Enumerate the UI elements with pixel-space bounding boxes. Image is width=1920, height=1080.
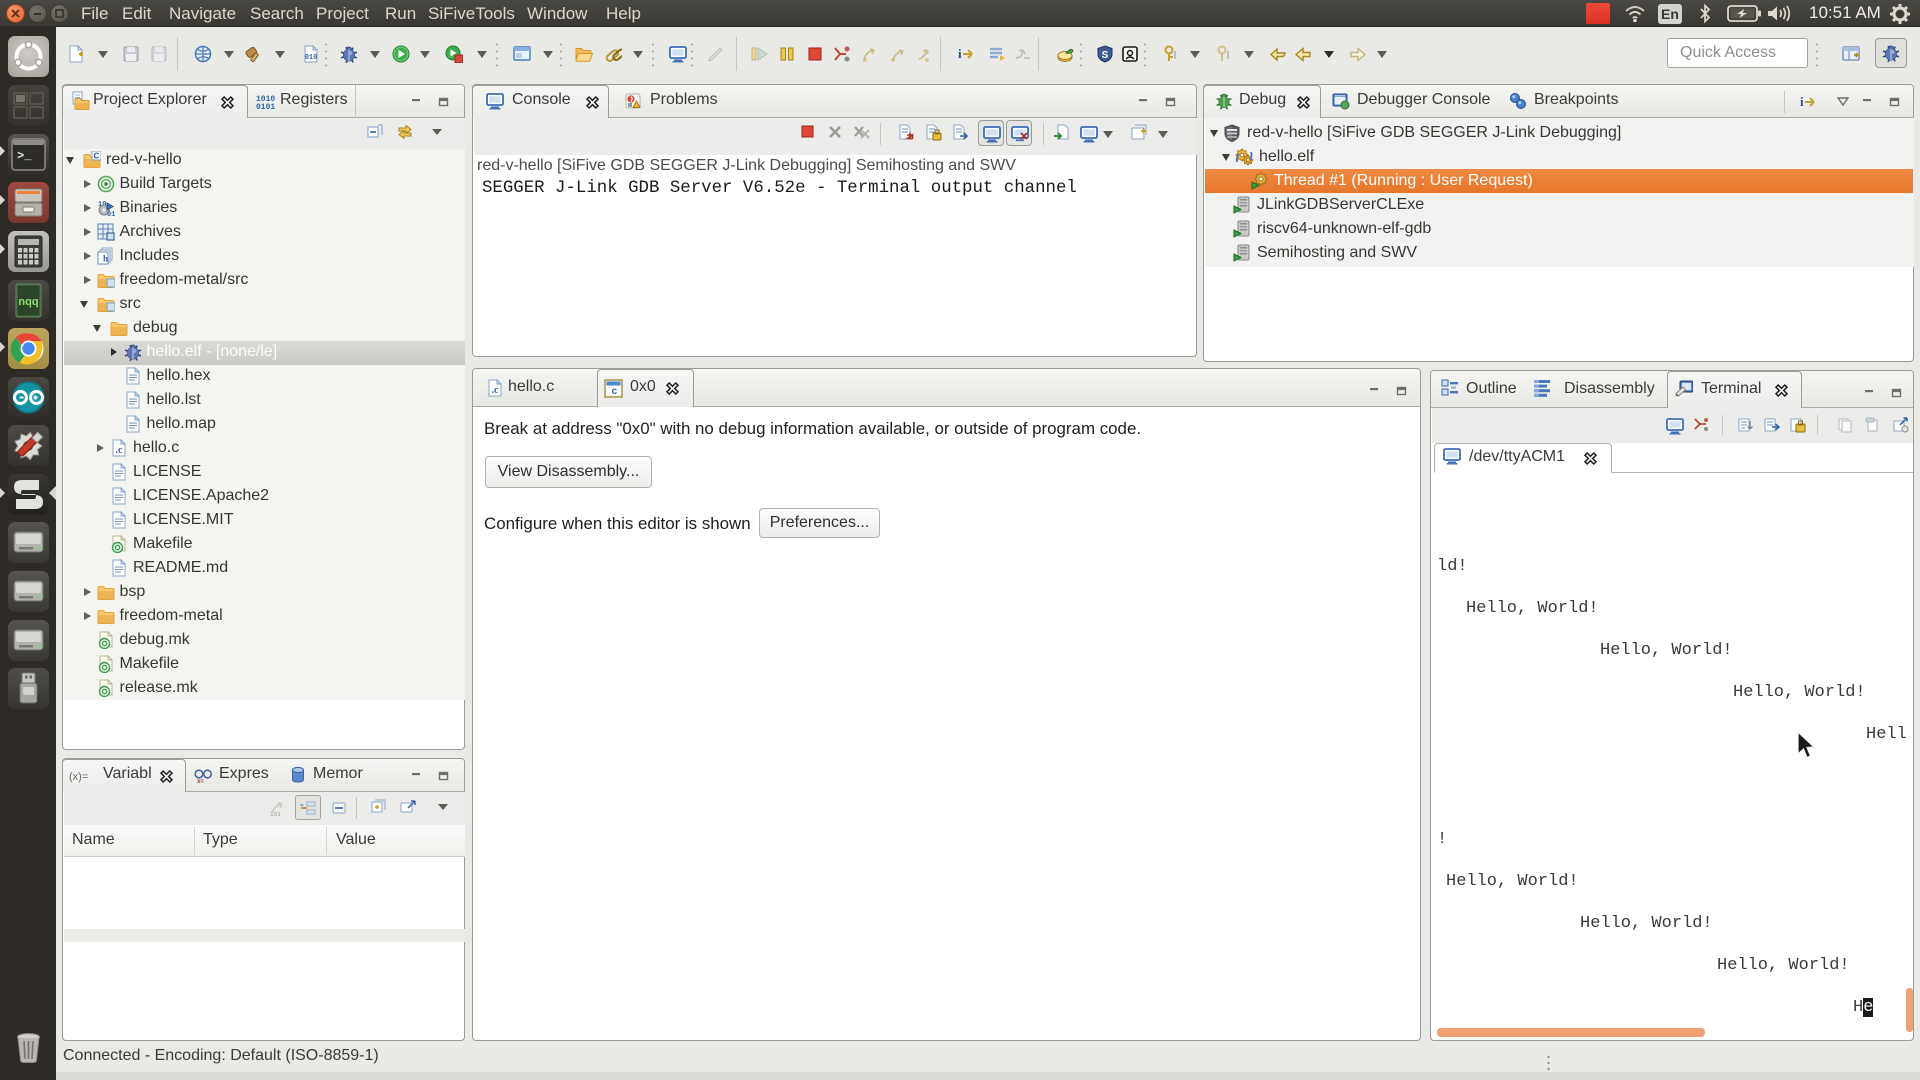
svg-text:i: i (1800, 94, 1804, 109)
svg-text:01: 01 (107, 211, 115, 217)
svg-text:c: c (612, 386, 618, 397)
svg-text:.c: .c (116, 445, 124, 456)
svg-text:h: h (103, 254, 108, 264)
svg-text:.c: .c (492, 385, 500, 396)
svg-text:010: 010 (305, 54, 318, 62)
svg-text:=: = (300, 802, 304, 809)
svg-text:S: S (1102, 50, 1109, 61)
svg-text:0101: 0101 (256, 103, 275, 111)
svg-text:i: i (958, 46, 962, 61)
svg-text:nqq: nqq (18, 296, 38, 308)
svg-text:x=: x= (197, 779, 204, 784)
svg-text:C: C (94, 152, 100, 161)
svg-text:(x)=: (x)= (69, 771, 88, 783)
svg-text:101: 101 (270, 811, 281, 817)
svg-text:>_: >_ (17, 149, 32, 163)
